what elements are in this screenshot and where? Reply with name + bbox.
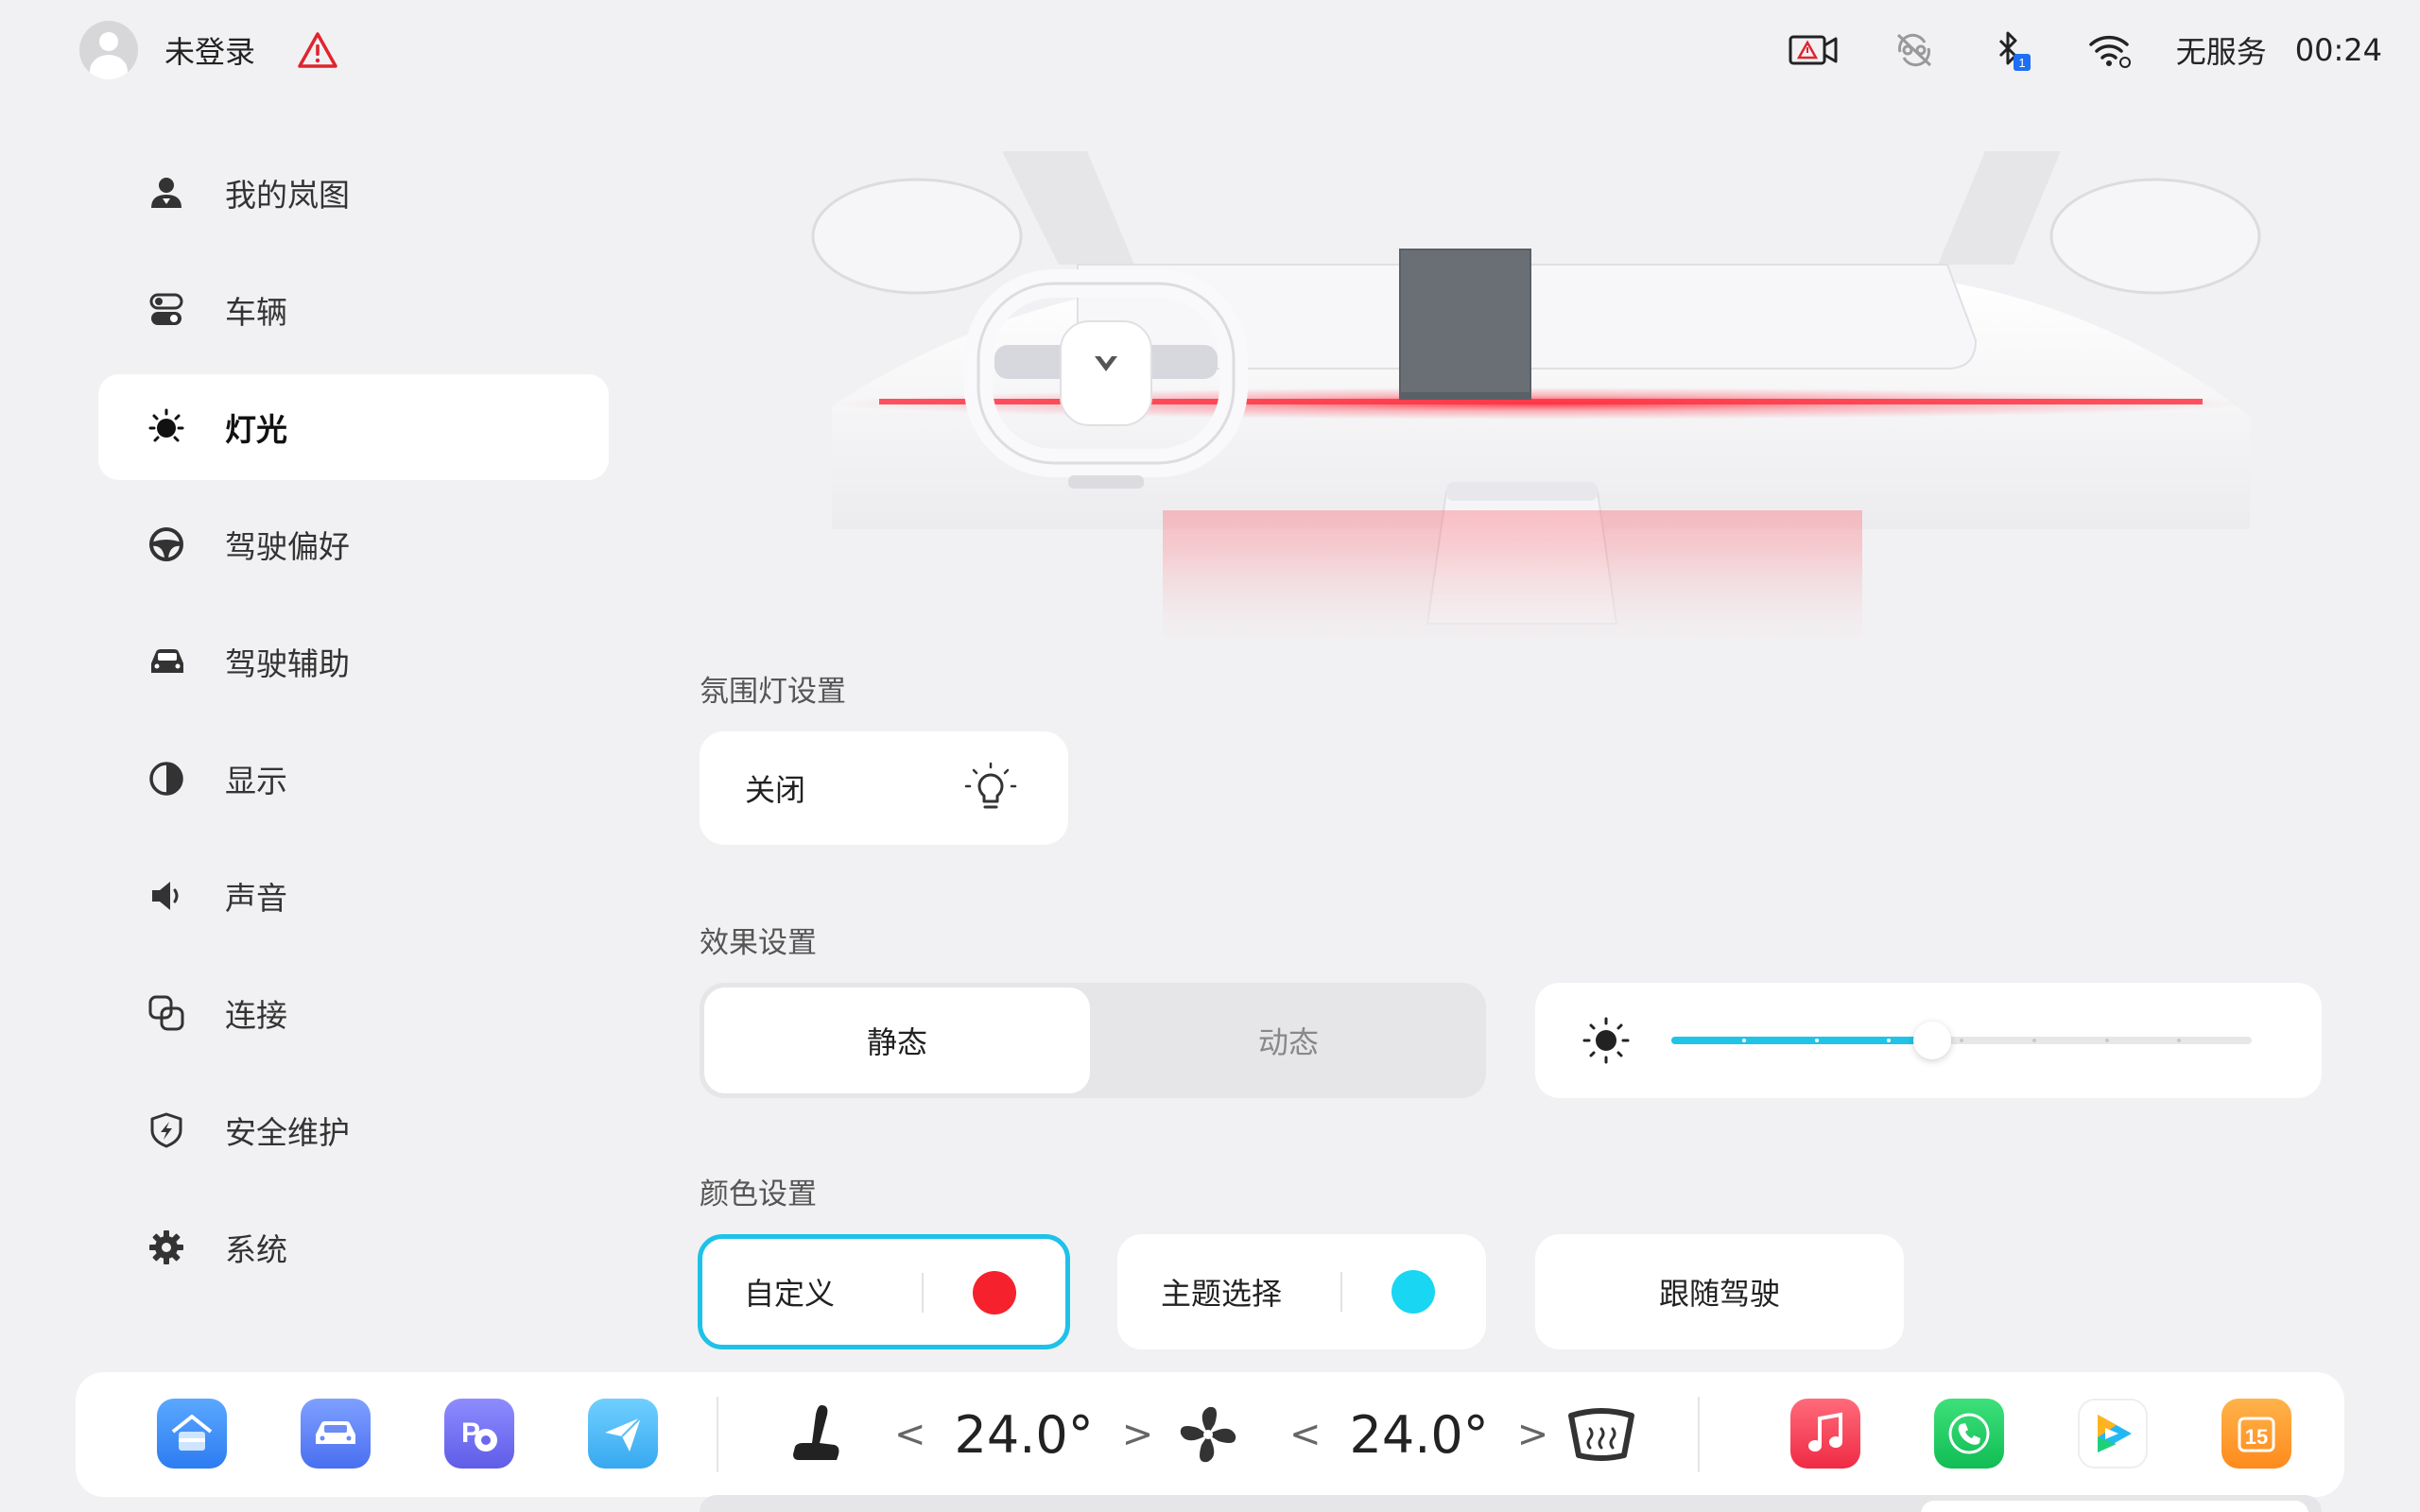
bottom-dock: P < 24.0° > < 24.0° > 15 — [76, 1372, 2344, 1497]
effect-dynamic-button[interactable]: 动态 — [1096, 988, 1481, 1093]
sidebar-item-vehicle[interactable]: 车辆 — [98, 257, 609, 363]
sidebar-item-security[interactable]: 安全维护 — [98, 1077, 609, 1183]
sidebar-item-sound[interactable]: 声音 — [98, 843, 609, 949]
effect-section-title: 效果设置 — [700, 926, 817, 960]
passenger-temp-down-button[interactable]: < — [1289, 1413, 1322, 1456]
bluetooth-icon[interactable]: 1 — [1991, 27, 2032, 73]
color-theme-label: 主题选择 — [1161, 1276, 1283, 1312]
brightness-slider-handle[interactable] — [1913, 1022, 1951, 1059]
brightness-step-dot — [1960, 1039, 1963, 1042]
svg-text:15: 15 — [2245, 1425, 2268, 1449]
status-bar-right: 1 无服务 00:24 — [1789, 21, 2382, 79]
car-app-icon[interactable] — [301, 1399, 371, 1469]
color-custom-label: 自定义 — [744, 1276, 836, 1312]
color-section-title: 颜色设置 — [700, 1177, 817, 1211]
sidebar-item-driving-preference[interactable]: 驾驶偏好 — [98, 491, 609, 597]
brightness-step-dot — [2032, 1039, 2036, 1042]
sidebar-item-lights[interactable]: 灯光 — [98, 374, 609, 480]
camera-warning-icon[interactable] — [1789, 34, 1838, 66]
driver-temp-down-button[interactable]: < — [894, 1413, 926, 1456]
sidebar-item-display[interactable]: 显示 — [98, 726, 609, 832]
color-theme-option[interactable]: 主题选择 — [1117, 1234, 1486, 1349]
fan-icon[interactable] — [1172, 1399, 1244, 1470]
svg-text:1: 1 — [2018, 56, 2025, 70]
brightness-icon — [1582, 1017, 1630, 1064]
color-follow-driving-option[interactable]: 跟随驾驶 — [1535, 1234, 1904, 1349]
brightness-step-dot — [2105, 1039, 2109, 1042]
network-status: 无服务 — [2175, 34, 2267, 70]
lightbulb-icon — [964, 762, 1017, 815]
ambient-state-label: 关闭 — [745, 772, 806, 808]
bottom-panel-peek — [700, 1495, 2322, 1512]
navigation-app-icon[interactable] — [588, 1399, 658, 1469]
driver-temp-up-button[interactable]: > — [1122, 1413, 1154, 1456]
light-icon — [147, 408, 185, 446]
driver-temperature: 24.0° — [954, 1404, 1094, 1465]
shield-icon — [147, 1111, 185, 1149]
sidebar-item-driving-assist[interactable]: 驾驶辅助 — [98, 609, 609, 714]
passenger-temp-up-button[interactable]: > — [1517, 1413, 1549, 1456]
passenger-temperature-control: < 24.0° > — [1289, 1400, 1548, 1469]
contrast-icon — [147, 760, 185, 798]
status-bar-left: 未登录 — [79, 21, 338, 79]
brightness-step-dot — [1815, 1039, 1819, 1042]
seat-heating-icon[interactable] — [777, 1399, 849, 1470]
phone-app-icon[interactable] — [1934, 1399, 2004, 1469]
cyan-color-swatch[interactable] — [1392, 1270, 1435, 1314]
steering-wheel-icon — [147, 525, 185, 563]
speaker-icon — [147, 877, 185, 915]
link-icon — [147, 994, 185, 1032]
color-custom-option[interactable]: 自定义 — [698, 1234, 1070, 1349]
gear-icon — [147, 1228, 185, 1266]
brightness-control — [1535, 983, 2322, 1098]
color-follow-driving-label: 跟随驾驶 — [1658, 1276, 1780, 1312]
passenger-temperature: 24.0° — [1349, 1404, 1489, 1465]
brightness-step-dot — [1742, 1039, 1746, 1042]
user-icon — [147, 174, 185, 212]
connection-off-icon[interactable] — [1893, 31, 1936, 69]
car-interior-illustration — [718, 132, 2325, 680]
effect-static-button[interactable]: 静态 — [704, 988, 1090, 1093]
vehicle-switch-icon — [147, 291, 185, 329]
avatar[interactable] — [79, 21, 138, 79]
brightness-step-dot — [1887, 1039, 1891, 1042]
settings-sidebar: 我的岚图 车辆 灯光 驾驶偏好 驾驶辅助 显示 声音 连接 安全维护 系统 — [98, 140, 609, 1312]
sidebar-item-my-voyah[interactable]: 我的岚图 — [98, 140, 609, 246]
ambient-light-toggle[interactable]: 关闭 — [700, 731, 1068, 845]
brightness-slider[interactable] — [1671, 1022, 2252, 1059]
video-app-icon[interactable] — [2078, 1399, 2148, 1469]
clock: 00:24 — [2294, 32, 2382, 68]
home-app-icon[interactable] — [157, 1399, 227, 1469]
ambient-section-title: 氛围灯设置 — [700, 675, 846, 709]
wifi-icon[interactable] — [2087, 31, 2133, 69]
warning-triangle-icon[interactable] — [297, 31, 338, 69]
driver-temperature-control: < 24.0° > — [894, 1400, 1153, 1469]
red-color-swatch[interactable] — [973, 1271, 1016, 1314]
login-status[interactable]: 未登录 — [164, 28, 255, 72]
rear-defrost-icon[interactable] — [1565, 1399, 1637, 1470]
effect-mode-segmented: 静态 动态 — [700, 983, 1486, 1098]
sidebar-item-connection[interactable]: 连接 — [98, 960, 609, 1066]
brightness-step-dot — [2177, 1039, 2181, 1042]
car-assist-icon — [147, 643, 185, 680]
brightness-slider-fill — [1671, 1037, 1932, 1044]
music-app-icon[interactable] — [1790, 1399, 1860, 1469]
parking-app-icon[interactable]: P — [444, 1399, 514, 1469]
calendar-app-icon[interactable]: 15 — [2221, 1399, 2291, 1469]
sidebar-item-system[interactable]: 系统 — [98, 1194, 609, 1300]
